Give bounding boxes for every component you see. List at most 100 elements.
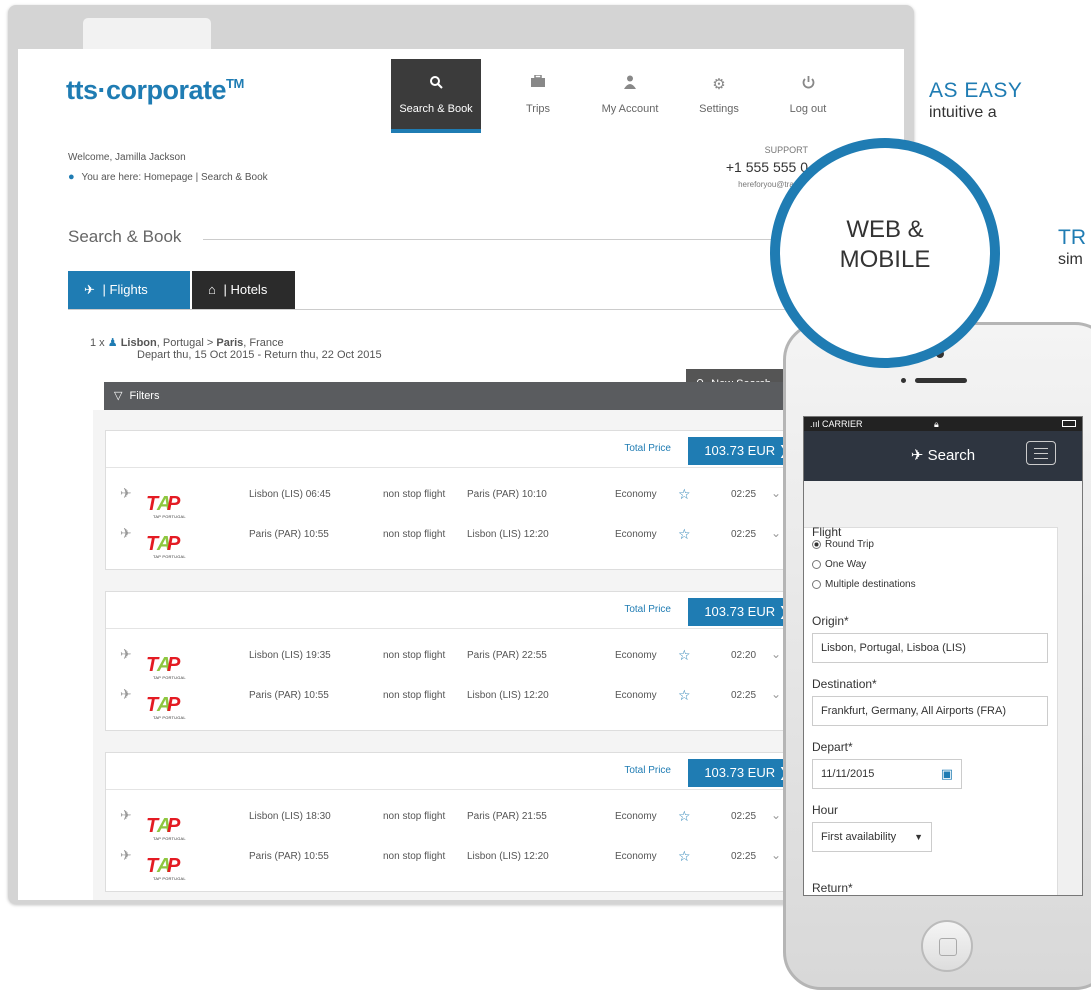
chevron-down-icon[interactable]: ⌄	[771, 687, 781, 701]
plane-icon: ✈	[84, 282, 95, 297]
radio-one-way[interactable]: One Way	[812, 559, 866, 570]
hamburger-menu-icon[interactable]	[1026, 441, 1056, 465]
filter-icon: ▽	[114, 390, 123, 402]
support-phone[interactable]: +1 555 555 0	[618, 159, 808, 175]
departure: Paris (PAR) 10:55	[249, 529, 329, 540]
duration: 02:25	[731, 851, 757, 862]
plane-icon: ✈	[120, 807, 132, 823]
nav-my-account[interactable]: My Account	[585, 59, 675, 131]
total-price-label: Total Price	[624, 443, 671, 454]
subline-intuitive: intuitive a	[929, 104, 997, 121]
origin-field[interactable]: Lisbon, Portugal, Lisboa (LIS)	[812, 633, 1048, 663]
support-email[interactable]: hereforyou@travelc	[618, 180, 808, 189]
tab-hotels[interactable]: ⌂ | Hotels	[192, 271, 295, 309]
duration: 02:25	[731, 489, 757, 500]
depart-date-field[interactable]: 11/11/2015 ▣	[812, 759, 962, 789]
search-summary-route: 1 x ♟ Lisbon, Portugal > Paris, France	[90, 337, 284, 349]
radio-multiple-destinations[interactable]: Multiple destinations	[812, 579, 916, 590]
caret-down-icon: ▼	[914, 832, 923, 842]
mobile-search-form: Flight Round Trip One Way Multiple desti…	[804, 481, 1082, 895]
logo[interactable]: tts·corporateTM	[66, 75, 244, 106]
web-mobile-badge: WEB & MOBILE	[770, 138, 1000, 368]
tab-flights[interactable]: ✈ | Flights	[68, 271, 190, 309]
chevron-down-icon[interactable]: ⌄	[771, 647, 781, 661]
phone-screen: .ııl CARRIER 🔒︎ ✈ Search Flight Round Tr…	[803, 416, 1083, 896]
support-hours: 24x7	[618, 193, 808, 203]
flight-leg[interactable]: ✈ T A P TAP PORTUGAL Paris (PAR) 10:55 non …	[106, 680, 806, 720]
result-card-header: Total Price 103.73 EUR ❯	[106, 592, 806, 629]
star-icon[interactable]: ☆	[678, 647, 691, 664]
title-divider	[203, 239, 803, 240]
stops: non stop flight	[383, 489, 446, 500]
breadcrumb: ● You are here: Homepage | Search & Book	[68, 171, 268, 183]
origin-label: Origin*	[812, 614, 849, 628]
nav-search-book[interactable]: Search & Book	[391, 59, 481, 133]
cabin-class: Economy	[615, 489, 657, 500]
flight-label: Flight	[812, 525, 842, 539]
cabin-class: Economy	[615, 851, 657, 862]
return-label: Return*	[812, 881, 853, 895]
star-icon[interactable]: ☆	[678, 687, 691, 704]
status-bar: .ııl CARRIER 🔒︎	[804, 417, 1082, 431]
total-price-label: Total Price	[624, 765, 671, 776]
stops: non stop flight	[383, 650, 446, 661]
star-icon[interactable]: ☆	[678, 848, 691, 865]
arrival: Paris (PAR) 21:55	[467, 811, 547, 822]
chevron-down-icon[interactable]: ⌄	[771, 526, 781, 540]
chevron-down-icon[interactable]: ⌄	[771, 486, 781, 500]
destination-field[interactable]: Frankfurt, Germany, All Airports (FRA)	[812, 696, 1048, 726]
gear-icon: ⚙	[712, 76, 726, 93]
chevron-down-icon[interactable]: ⌄	[771, 808, 781, 822]
chevron-down-icon[interactable]: ⌄	[771, 848, 781, 862]
result-card: Total Price 103.73 EUR ❯ ✈ TAPTAP PORTUG…	[105, 752, 807, 892]
star-icon[interactable]: ☆	[678, 808, 691, 825]
briefcase-icon	[493, 74, 583, 97]
home-button[interactable]	[921, 920, 973, 972]
arrival: Paris (PAR) 22:55	[467, 650, 547, 661]
user-icon	[585, 75, 675, 97]
duration: 02:25	[731, 811, 757, 822]
plane-icon: ✈	[120, 847, 132, 863]
hour-select[interactable]: First availability ▼	[812, 822, 932, 852]
departure: Lisbon (LIS) 06:45	[249, 489, 331, 500]
web-page: tts·corporateTM Search & Book Trips My A…	[18, 49, 904, 900]
flight-leg[interactable]: ✈ T A P TAP PORTUGAL Lisbon (LIS) 18:30 non…	[106, 801, 806, 841]
flight-leg[interactable]: ✈ T A P TAP PORTUGAL Paris (PAR) 10:55 non …	[106, 841, 806, 881]
stops: non stop flight	[383, 811, 446, 822]
lock-icon: 🔒︎	[934, 419, 939, 429]
departure: Lisbon (LIS) 19:35	[249, 650, 331, 661]
flight-leg[interactable]: ✈ T A P TAP PORTUGAL Paris (PAR) 10:55 non …	[106, 519, 806, 559]
nav-log-out[interactable]: Log out	[763, 59, 853, 131]
sensor-dot	[901, 378, 906, 383]
duration: 02:25	[731, 690, 757, 701]
search-summary-dates: Depart thu, 15 Oct 2015 - Return thu, 22…	[137, 349, 382, 361]
depart-label: Depart*	[812, 740, 853, 754]
filters-bar[interactable]: ▽ Filters	[104, 382, 808, 410]
radio-round-trip[interactable]: Round Trip	[812, 539, 874, 550]
cabin-class: Economy	[615, 650, 657, 661]
nav-trips[interactable]: Trips	[493, 59, 583, 131]
stops: non stop flight	[383, 690, 446, 701]
cabin-class: Economy	[615, 811, 657, 822]
support-label: SUPPORT	[764, 145, 808, 155]
flight-leg[interactable]: ✈ T A P TAP PORTUGAL Lisbon (LIS) 19:35 non…	[106, 640, 806, 680]
headline-easy: AS EASY	[929, 79, 1023, 102]
calendar-icon[interactable]: ▣	[941, 760, 953, 788]
flight-leg[interactable]: ✈ T A P TAP PORTUGAL Lisbon (LIS) 06:45 non…	[106, 479, 806, 519]
plane-icon: ✈	[120, 485, 132, 501]
duration: 02:25	[731, 529, 757, 540]
stops: non stop flight	[383, 529, 446, 540]
results-list: Total Price 103.73 EUR ❯ ✈ TAPTAP PORTUG…	[93, 410, 813, 900]
browser-window: tts·corporateTM Search & Book Trips My A…	[8, 5, 914, 904]
subline-simple: sim	[1058, 251, 1083, 268]
cabin-class: Economy	[615, 529, 657, 540]
star-icon[interactable]: ☆	[678, 526, 691, 543]
departure: Paris (PAR) 10:55	[249, 690, 329, 701]
result-card-header: Total Price 103.73 EUR ❯	[106, 753, 806, 790]
result-card-header: Total Price 103.73 EUR ❯	[106, 431, 806, 468]
star-icon[interactable]: ☆	[678, 486, 691, 503]
duration: 02:20	[731, 650, 757, 661]
stops: non stop flight	[383, 851, 446, 862]
result-card: Total Price 103.73 EUR ❯ ✈ TAPTAP PORTUG…	[105, 591, 807, 731]
nav-settings[interactable]: ⚙ Settings	[674, 59, 764, 131]
